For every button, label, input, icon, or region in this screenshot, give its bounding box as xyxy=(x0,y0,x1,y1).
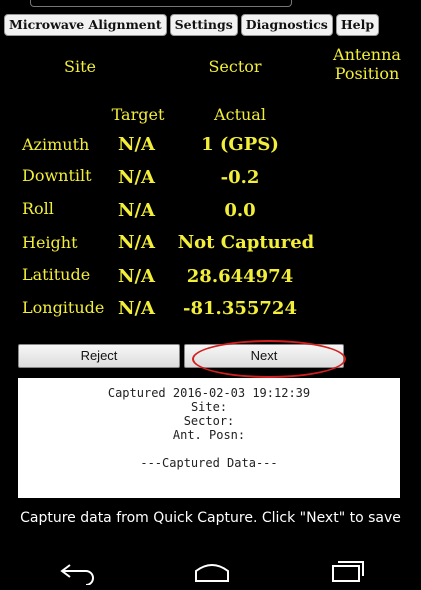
latitude-actual: 28.644974 xyxy=(186,266,294,287)
log-line-sector: Sector: xyxy=(183,414,235,428)
site-header: Site xyxy=(64,57,96,76)
target-column-header: Target xyxy=(111,105,165,124)
tab-help[interactable]: Help xyxy=(335,14,380,36)
hint-text: Capture data from Quick Capture. Click "… xyxy=(20,510,401,526)
latitude-label: Latitude xyxy=(22,265,91,284)
navigation-bar xyxy=(0,553,421,590)
back-icon[interactable] xyxy=(58,559,100,585)
home-icon[interactable] xyxy=(192,559,232,585)
tab-bar: Microwave Alignment Settings Diagnostics… xyxy=(4,14,380,36)
capture-log: Captured 2016-02-03 19:12:39 Site: Secto… xyxy=(18,378,400,498)
tab-microwave-alignment[interactable]: Microwave Alignment xyxy=(4,14,167,36)
log-line-site: Site: xyxy=(190,400,228,414)
sector-header: Sector xyxy=(208,57,262,76)
azimuth-actual: 1 (GPS) xyxy=(201,134,279,155)
tab-diagnostics[interactable]: Diagnostics xyxy=(240,14,333,36)
downtilt-actual: -0.2 xyxy=(220,167,260,188)
tab-settings[interactable]: Settings xyxy=(169,14,238,36)
roll-label: Roll xyxy=(22,199,54,218)
log-line-ant-posn: Ant. Posn: xyxy=(172,428,246,442)
height-target: N/A xyxy=(118,232,155,253)
actual-column-header: Actual xyxy=(214,105,266,124)
height-label: Height xyxy=(22,233,78,252)
azimuth-label: Azimuth xyxy=(22,135,90,154)
downtilt-label: Downtilt xyxy=(22,166,92,185)
height-actual: Not Captured xyxy=(177,232,315,253)
reject-button[interactable]: Reject xyxy=(18,344,180,368)
log-line-captured: Captured 2016-02-03 19:12:39 xyxy=(107,386,311,400)
antenna-position-header: Antenna Position xyxy=(333,45,401,83)
log-line-blank xyxy=(18,442,400,456)
next-button[interactable]: Next xyxy=(184,344,344,368)
status-strip xyxy=(0,0,421,12)
recents-icon[interactable] xyxy=(330,559,366,585)
roll-actual: 0.0 xyxy=(224,200,256,221)
cropped-tab-bar xyxy=(30,0,292,7)
longitude-label: Longitude xyxy=(22,298,105,317)
log-line-captured-data: ---Captured Data--- xyxy=(140,456,278,470)
longitude-actual: -81.355724 xyxy=(183,298,297,319)
